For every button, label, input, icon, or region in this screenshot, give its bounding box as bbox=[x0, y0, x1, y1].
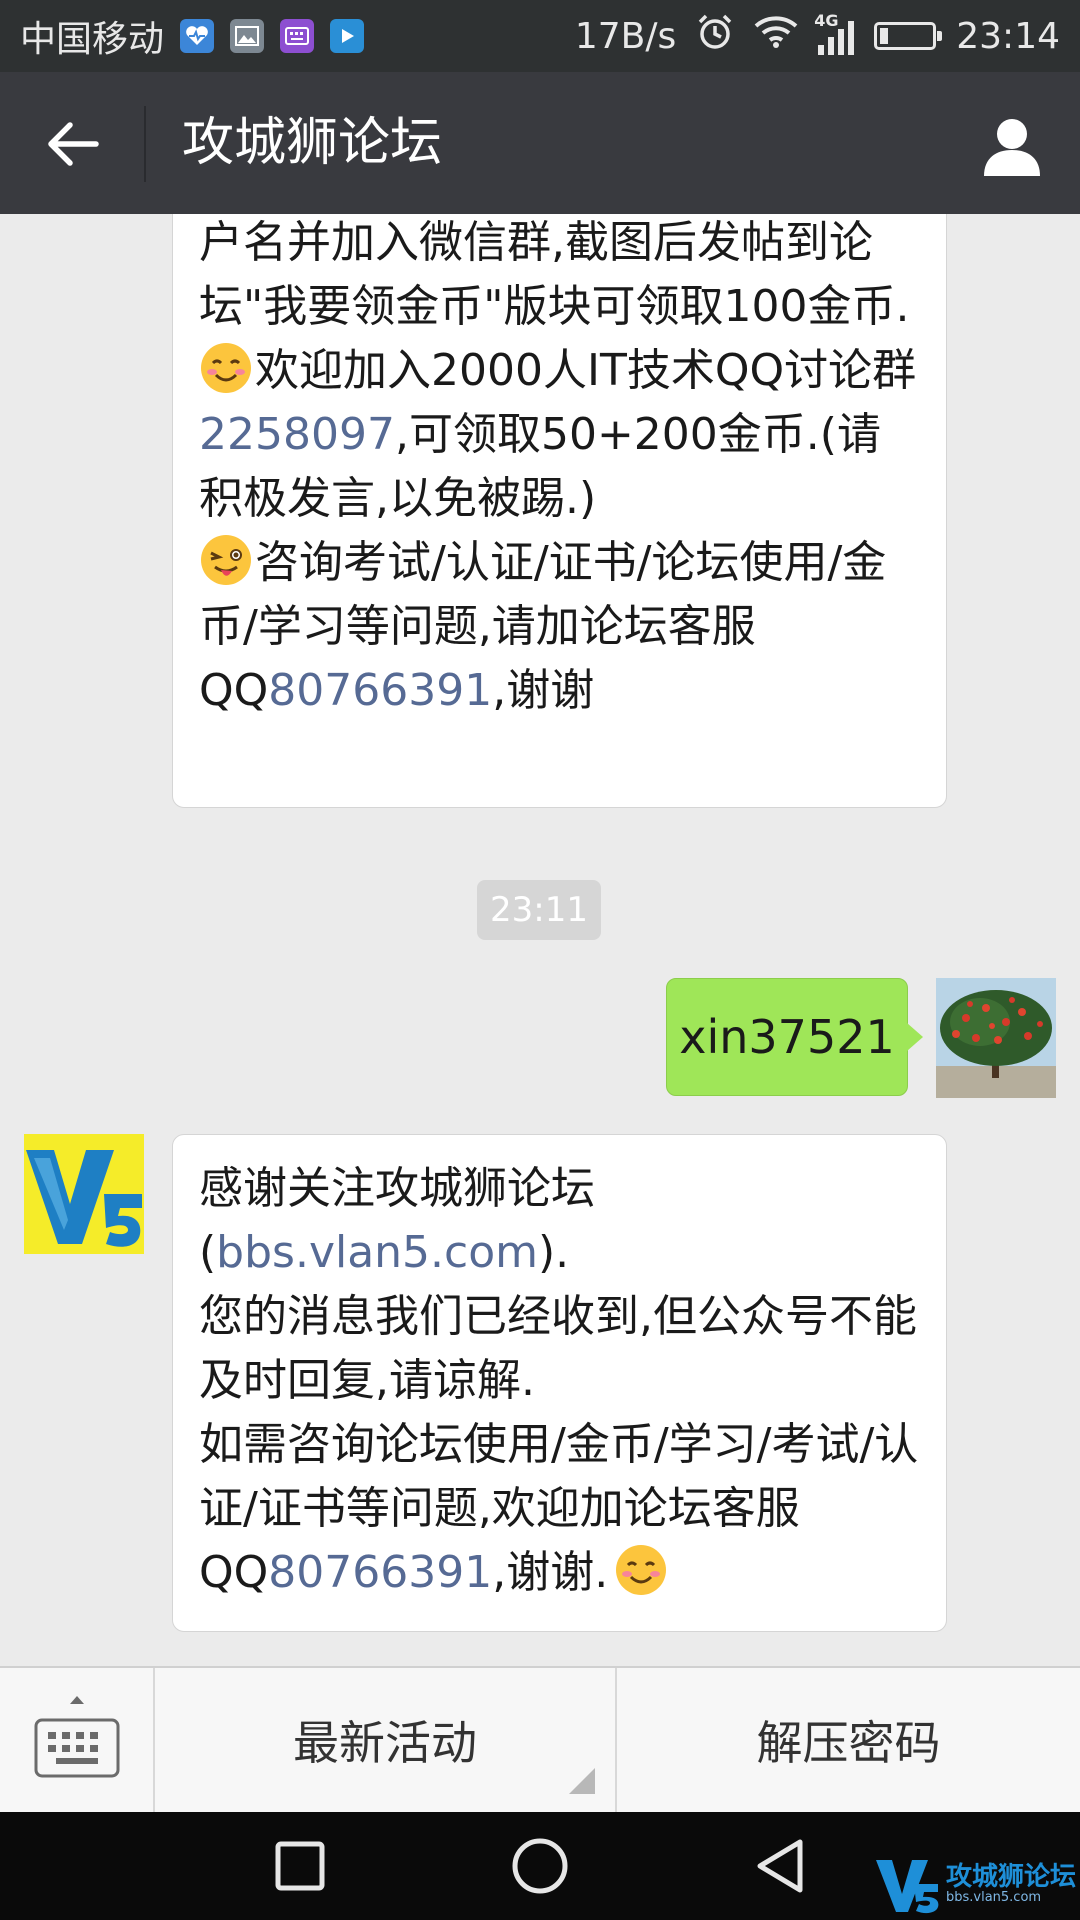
watermark-text: 攻城狮论坛 bbs.vlan5.com bbox=[946, 1863, 1076, 1905]
carrier-label: 中国移动 bbox=[20, 19, 165, 60]
back-arrow-icon bbox=[48, 122, 99, 166]
message-bubble-incoming[interactable]: 感谢关注攻城狮论坛(bbs.vlan5.com). 您的消息我们已经收到,但公众… bbox=[172, 1134, 947, 1632]
gallery-icon bbox=[230, 19, 265, 53]
home-button[interactable] bbox=[505, 1836, 575, 1896]
menu-item-unzip-password[interactable]: 解压密码 bbox=[617, 1668, 1080, 1812]
menu-item-label: 最新活动 bbox=[293, 1716, 477, 1770]
cell-signal-icon: 4G bbox=[814, 11, 855, 55]
wifi-icon bbox=[754, 15, 798, 58]
keyboard-app-icon bbox=[280, 19, 315, 53]
message-bubble-outgoing[interactable]: xin37521 bbox=[666, 978, 923, 1096]
status-right: 17B/s 4G 23:14 bbox=[575, 0, 1060, 72]
battery-icon bbox=[874, 22, 943, 50]
status-bar: 中国移动 17B/s 4G 23:14 bbox=[0, 0, 1080, 72]
message-text: 感谢关注攻城狮论坛(bbs.vlan5.com). bbox=[199, 1163, 595, 1278]
keyboard-toggle-button[interactable] bbox=[0, 1668, 155, 1812]
qq-service-link[interactable]: 80766391 bbox=[268, 1547, 492, 1598]
back-nav-button[interactable] bbox=[745, 1836, 815, 1896]
message-bubble-incoming[interactable]: 户名并加入微信群,截图后发帖到论坛"我要领金币"版块可领取100金币. 欢迎加入… bbox=[172, 214, 947, 808]
smile-emoji-icon bbox=[616, 1545, 667, 1595]
status-left: 中国移动 bbox=[20, 0, 365, 72]
health-icon bbox=[180, 19, 215, 53]
watermark-url: bbs.vlan5.com bbox=[945, 1890, 1042, 1905]
message-text: 咨询考试/认证/证书/论坛使用/金币/学习等问题,请加论坛客服QQ8076639… bbox=[199, 531, 922, 723]
message-text: 欢迎加入2000人IT技术QQ讨论群2258097,可领取50+200金币.(请… bbox=[199, 339, 922, 531]
person-icon bbox=[984, 119, 1040, 176]
circle-icon bbox=[512, 1838, 568, 1894]
video-icon bbox=[330, 19, 365, 53]
square-icon bbox=[275, 1841, 325, 1891]
watermark: 攻城狮论坛 bbs.vlan5.com bbox=[874, 1854, 1076, 1914]
title-divider bbox=[144, 106, 146, 182]
official-account-avatar[interactable] bbox=[24, 1134, 144, 1254]
smile-emoji-icon bbox=[201, 343, 251, 393]
watermark-name: 攻城狮论坛 bbox=[945, 1862, 1076, 1892]
profile-button[interactable] bbox=[974, 108, 1050, 184]
message-text: 户名并加入微信群,截图后发帖到论坛"我要领金币"版块可领取100金币. bbox=[199, 217, 910, 332]
menu-item-latest-activity[interactable]: 最新活动 bbox=[155, 1668, 617, 1812]
page-title: 攻城狮论坛 bbox=[182, 113, 443, 173]
user-avatar[interactable] bbox=[936, 978, 1056, 1098]
qq-service-link[interactable]: 80766391 bbox=[268, 665, 492, 716]
clock: 23:14 bbox=[956, 15, 1060, 57]
keyboard-icon bbox=[34, 1696, 120, 1778]
message-text: 如需咨询论坛使用/金币/学习/考试/认证/证书等问题,欢迎加论坛客服QQ8076… bbox=[199, 1419, 919, 1598]
forum-url-link[interactable]: bbs.vlan5.com bbox=[216, 1227, 538, 1278]
v5-logo-icon bbox=[875, 1860, 939, 1914]
net-speed: 17B/s bbox=[574, 15, 677, 57]
wink-tongue-emoji-icon bbox=[201, 535, 251, 585]
message-text: 您的消息我们已经收到,但公众号不能及时回复,请谅解. bbox=[199, 1291, 917, 1406]
back-button[interactable] bbox=[30, 108, 116, 180]
system-nav-bar: 攻城狮论坛 bbs.vlan5.com bbox=[0, 1812, 1080, 1920]
qq-group-link[interactable]: 2258097 bbox=[199, 409, 395, 460]
network-type: 4G bbox=[814, 11, 839, 30]
custom-menu-bar: 最新活动 解压密码 bbox=[0, 1666, 1080, 1812]
message-timestamp: 23:11 bbox=[477, 880, 601, 940]
recents-button[interactable] bbox=[265, 1836, 335, 1896]
submenu-indicator-icon bbox=[569, 1768, 595, 1794]
chat-area[interactable]: 户名并加入微信群,截图后发帖到论坛"我要领金币"版块可领取100金币. 欢迎加入… bbox=[0, 214, 1080, 1666]
title-bar: 攻城狮论坛 bbox=[0, 72, 1080, 214]
triangle-back-icon bbox=[757, 1839, 803, 1893]
alarm-icon bbox=[696, 13, 734, 60]
menu-item-label: 解压密码 bbox=[756, 1716, 941, 1770]
